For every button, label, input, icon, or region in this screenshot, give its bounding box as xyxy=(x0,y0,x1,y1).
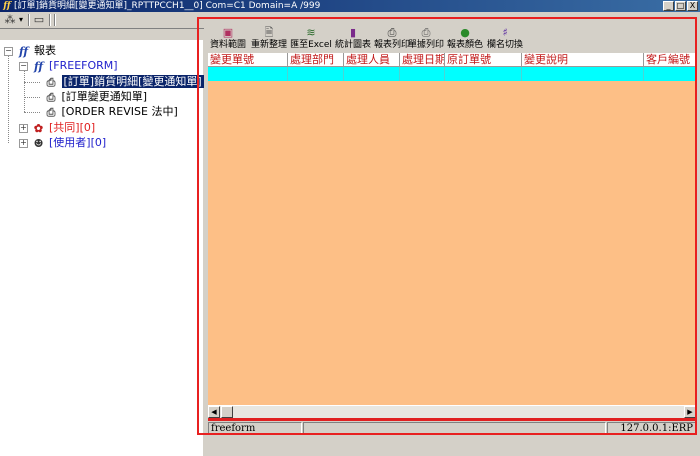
window-title: [訂單]銷貨明細[變更通知單]_RPTTPCCH1__0] Com=C1 Dom… xyxy=(14,1,321,11)
tree-root[interactable]: − ff 報表 xyxy=(4,43,56,58)
tree-node-shared-label: [共同][0] xyxy=(49,121,96,134)
button-label: 匯至Excel xyxy=(290,40,332,50)
window-title-bar: ff [訂單]銷貨明細[變更通知單]_RPTTPCCH1__0] Com=C1 D… xyxy=(0,0,700,12)
data-range-button[interactable]: ▣ 資料範圍 xyxy=(208,26,248,52)
status-panel-middle xyxy=(303,422,606,434)
tree-item-label: [ORDER REVISE 法中] xyxy=(61,105,178,118)
scroll-left-button[interactable]: ◀ xyxy=(208,406,220,418)
toolbar-separator xyxy=(54,14,56,26)
maximize-button[interactable]: □ xyxy=(675,1,686,11)
button-label: 報表顏色 xyxy=(446,40,483,50)
toolbar-separator xyxy=(49,14,51,26)
expand-toggle[interactable]: + xyxy=(19,138,28,148)
collapse-toggle[interactable]: − xyxy=(4,46,13,56)
table-row[interactable] xyxy=(208,67,696,81)
column-header[interactable]: 原訂單號 xyxy=(445,53,522,67)
minimize-button[interactable]: _ xyxy=(663,1,674,11)
grid-header: 變更單號 處理部門 處理人員 處理日期 原訂單號 變更說明 客戶編號 xyxy=(208,53,696,67)
tree-node-shared[interactable]: + ✿ [共同][0] xyxy=(19,120,95,135)
tree-node-user-label: [使用者][0] xyxy=(49,136,107,149)
tree-node-freeform[interactable]: − ff [FREEFORM] xyxy=(19,58,118,73)
column-header[interactable]: 客戶編號 xyxy=(644,53,696,67)
scroll-right-button[interactable]: ▶ xyxy=(684,406,696,418)
scroll-thumb[interactable] xyxy=(221,406,233,418)
tree-line xyxy=(24,97,40,98)
chevron-down-icon[interactable]: ▾ xyxy=(17,13,25,27)
document-print-button[interactable]: ⎙ 單據列印 xyxy=(406,26,446,52)
status-panel-left: freeform xyxy=(208,422,302,434)
column-header[interactable]: 變更單號 xyxy=(208,53,288,67)
printer-icon: ⎙ xyxy=(46,105,56,119)
tree-item-label: [訂單變更通知單] xyxy=(61,90,148,103)
table-cell[interactable] xyxy=(445,67,522,81)
button-label: 欄名切換 xyxy=(486,40,523,50)
export-excel-button[interactable]: ≋ 匯至Excel xyxy=(289,26,333,52)
chart-icon: ▮ xyxy=(349,26,357,39)
tree-item[interactable]: ⎙ [ORDER REVISE 法中] xyxy=(44,104,178,119)
column-header[interactable]: 變更說明 xyxy=(522,53,644,67)
switch-icon: ♯ xyxy=(502,26,508,39)
tree-line xyxy=(24,82,40,83)
ff-icon: ff xyxy=(33,59,44,73)
report-grid[interactable]: 變更單號 處理部門 處理人員 處理日期 原訂單號 變更說明 客戶編號 xyxy=(208,53,696,405)
table-cell[interactable] xyxy=(522,67,644,81)
tree-node-user[interactable]: + ☻ [使用者][0] xyxy=(19,135,106,150)
tree-node-freeform-label: [FREEFORM] xyxy=(49,59,118,72)
tree-item-label: [訂單]銷貨明細[變更通知單] xyxy=(60,74,205,89)
color-icon: ● xyxy=(460,26,470,39)
table-cell[interactable] xyxy=(288,67,344,81)
export-icon: ≋ xyxy=(306,26,316,39)
expand-toggle[interactable]: + xyxy=(19,123,28,133)
chart-button[interactable]: ▮ 統計圖表 xyxy=(333,26,373,52)
table-cell[interactable] xyxy=(208,67,288,81)
printer-icon: ⎙ xyxy=(46,90,56,104)
status-bar: freeform 127.0.0.1:ERP xyxy=(208,422,696,434)
tree-line xyxy=(24,70,25,112)
user-icon: ☻ xyxy=(33,136,44,150)
tree-item[interactable]: ⎙ [訂單變更通知單] xyxy=(44,89,148,104)
report-toolbar: ▣ 資料範圍 🗎 重新整理 ≋ 匯至Excel ▮ 統計圖表 ⎙ 報表列印 ⎙ … xyxy=(208,26,696,52)
column-header[interactable]: 處理部門 xyxy=(288,53,344,67)
table-cell[interactable] xyxy=(344,67,400,81)
window-icon: ▣ xyxy=(222,26,234,39)
tree-item[interactable]: ⎙ [訂單]銷貨明細[變更通知單] xyxy=(44,74,205,89)
divider xyxy=(208,418,696,421)
status-panel-right: 127.0.0.1:ERP xyxy=(607,422,696,434)
button-label: 統計圖表 xyxy=(334,40,371,50)
printer-icon: ⎙ xyxy=(421,26,431,39)
button-label: 單據列印 xyxy=(407,40,444,50)
report-tree: − ff 報表 − ff [FREEFORM] ⎙ [訂單]銷貨明細[變更通知單… xyxy=(0,40,205,456)
page-icon: 🗎 xyxy=(264,26,274,39)
tree-root-label: 報表 xyxy=(34,44,56,57)
app-icon: ff xyxy=(3,1,11,11)
column-header[interactable]: 處理日期 xyxy=(400,53,445,67)
horizontal-scrollbar[interactable]: ◀ ▶ xyxy=(208,405,696,418)
report-color-button[interactable]: ● 報表顏色 xyxy=(445,26,485,52)
printer-icon: ⎙ xyxy=(46,75,56,89)
button-label: 資料範圍 xyxy=(209,40,246,50)
tree-line xyxy=(24,112,40,113)
page-icon[interactable]: ▭ xyxy=(32,13,46,27)
button-label: 重新整理 xyxy=(250,40,287,50)
refresh-button[interactable]: 🗎 重新整理 xyxy=(249,26,289,52)
column-header[interactable]: 處理人員 xyxy=(344,53,400,67)
collapse-toggle[interactable]: − xyxy=(19,61,28,71)
tree-line xyxy=(8,55,9,143)
close-button[interactable]: X xyxy=(687,1,698,11)
group-icon: ✿ xyxy=(33,121,44,135)
column-name-switch-button[interactable]: ♯ 欄名切換 xyxy=(485,26,525,52)
table-cell[interactable] xyxy=(400,67,445,81)
toolbar-separator xyxy=(28,14,30,26)
tree-view-icon[interactable]: ⁂ xyxy=(2,13,18,27)
ff-icon: ff xyxy=(18,44,29,58)
table-cell[interactable] xyxy=(644,67,696,81)
